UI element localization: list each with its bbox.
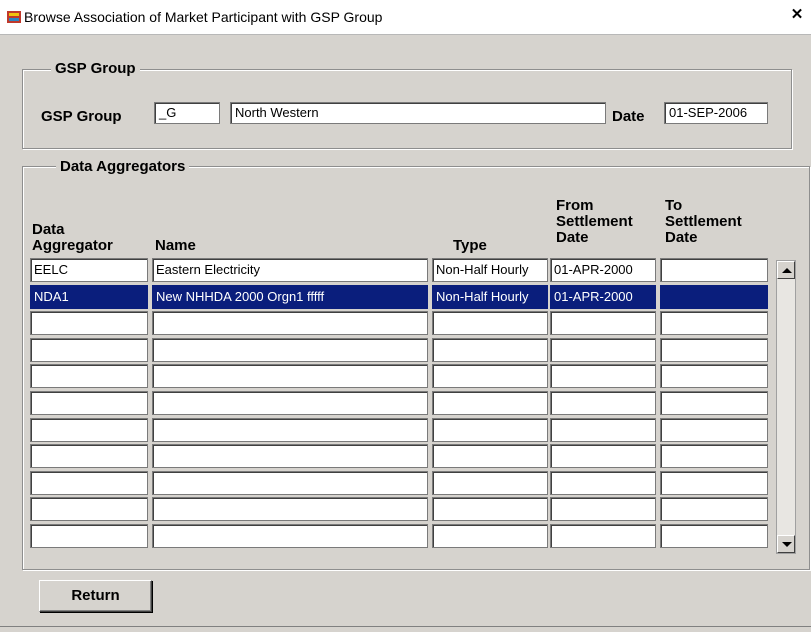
window-title: Browse Association of Market Participant… [24,9,383,25]
app-icon [7,11,21,23]
table-row[interactable] [30,524,770,548]
cell-type[interactable] [432,417,548,442]
column-header-type: Type [453,237,487,254]
close-icon[interactable]: ✕ [789,7,805,23]
cell-data-aggregator[interactable] [30,391,148,415]
title-bar: Browse Association of Market Participant… [0,0,811,35]
cell-data-aggregator[interactable]: EELC [30,258,148,282]
cell-to-date[interactable] [660,364,768,389]
cell-data-aggregator[interactable] [30,444,148,469]
table-row[interactable] [30,497,770,522]
cell-data-aggregator[interactable] [30,524,148,548]
table-row[interactable] [30,337,770,362]
cell-type[interactable] [432,311,548,336]
gsp-group-frame-title: GSP Group [51,60,140,77]
cell-type[interactable] [432,364,548,389]
cell-name[interactable] [152,391,428,415]
cell-to-date[interactable] [660,258,768,282]
gsp-group-code-field[interactable]: _G [154,102,220,124]
cell-type[interactable] [432,497,548,522]
cell-from-date[interactable]: 01-APR-2000 [550,258,656,282]
cell-type[interactable] [432,524,548,548]
table-row[interactable] [30,444,770,469]
cell-type[interactable]: Non-Half Hourly [432,258,548,282]
column-header-from-settlement-date: From Settlement Date [556,197,633,246]
bottom-divider [0,626,811,627]
data-aggregators-frame-title: Data Aggregators [56,158,190,175]
cell-name[interactable] [152,497,428,522]
cell-data-aggregator[interactable] [30,497,148,522]
cell-from-date[interactable] [550,444,656,469]
cell-name[interactable] [152,444,428,469]
cell-name[interactable] [152,311,428,336]
gsp-group-label: GSP Group [41,108,122,125]
cell-type[interactable] [432,391,548,415]
gsp-group-name-field[interactable]: North Western [230,102,606,124]
scroll-down-button[interactable] [777,535,795,553]
table-row[interactable]: NDA1 New NHHDA 2000 Orgn1 fffff Non-Half H… [30,284,770,309]
column-header-data-aggregator: Data Aggregator [32,221,113,254]
table-row[interactable] [30,364,770,389]
cell-to-date[interactable] [660,311,768,336]
cell-data-aggregator[interactable] [30,470,148,495]
cell-name[interactable]: New NHHDA 2000 Orgn1 fffff [152,284,428,309]
date-label: Date [612,108,645,125]
arrow-up-icon [782,268,792,273]
arrow-down-icon [782,542,792,547]
cell-type[interactable] [432,444,548,469]
cell-to-date[interactable] [660,470,768,495]
table-row[interactable]: EELC Eastern Electricity Non-Half Hourly 01… [30,258,770,282]
table-row[interactable] [30,391,770,415]
cell-name[interactable]: Eastern Electricity [152,258,428,282]
cell-from-date[interactable] [550,417,656,442]
cell-from-date[interactable] [550,337,656,362]
return-button[interactable]: Return [39,580,152,612]
cell-to-date[interactable] [660,524,768,548]
cell-name[interactable] [152,524,428,548]
cell-name[interactable] [152,337,428,362]
cell-to-date[interactable] [660,337,768,362]
cell-name[interactable] [152,417,428,442]
cell-name[interactable] [152,470,428,495]
cell-from-date[interactable] [550,391,656,415]
cell-data-aggregator[interactable] [30,337,148,362]
cell-from-date[interactable] [550,311,656,336]
cell-to-date[interactable] [660,391,768,415]
table-row[interactable] [30,417,770,442]
cell-type[interactable]: Non-Half Hourly [432,284,548,309]
scroll-up-button[interactable] [777,261,795,279]
cell-data-aggregator[interactable] [30,364,148,389]
cell-from-date[interactable] [550,524,656,548]
cell-from-date[interactable] [550,497,656,522]
table-row[interactable] [30,311,770,336]
vertical-scrollbar[interactable] [776,260,796,554]
cell-type[interactable] [432,470,548,495]
cell-from-date[interactable]: 01-APR-2000 [550,284,656,309]
cell-from-date[interactable] [550,470,656,495]
column-header-name: Name [155,237,196,254]
column-header-to-settlement-date: To Settlement Date [665,197,742,246]
cell-to-date[interactable] [660,417,768,442]
cell-to-date[interactable] [660,497,768,522]
cell-to-date[interactable] [660,444,768,469]
date-field[interactable]: 01-SEP-2006 [664,102,768,124]
cell-type[interactable] [432,337,548,362]
cell-to-date[interactable] [660,284,768,309]
cell-data-aggregator[interactable]: NDA1 [30,284,148,309]
cell-from-date[interactable] [550,364,656,389]
cell-data-aggregator[interactable] [30,311,148,336]
cell-data-aggregator[interactable] [30,417,148,442]
table-row[interactable] [30,470,770,495]
cell-name[interactable] [152,364,428,389]
